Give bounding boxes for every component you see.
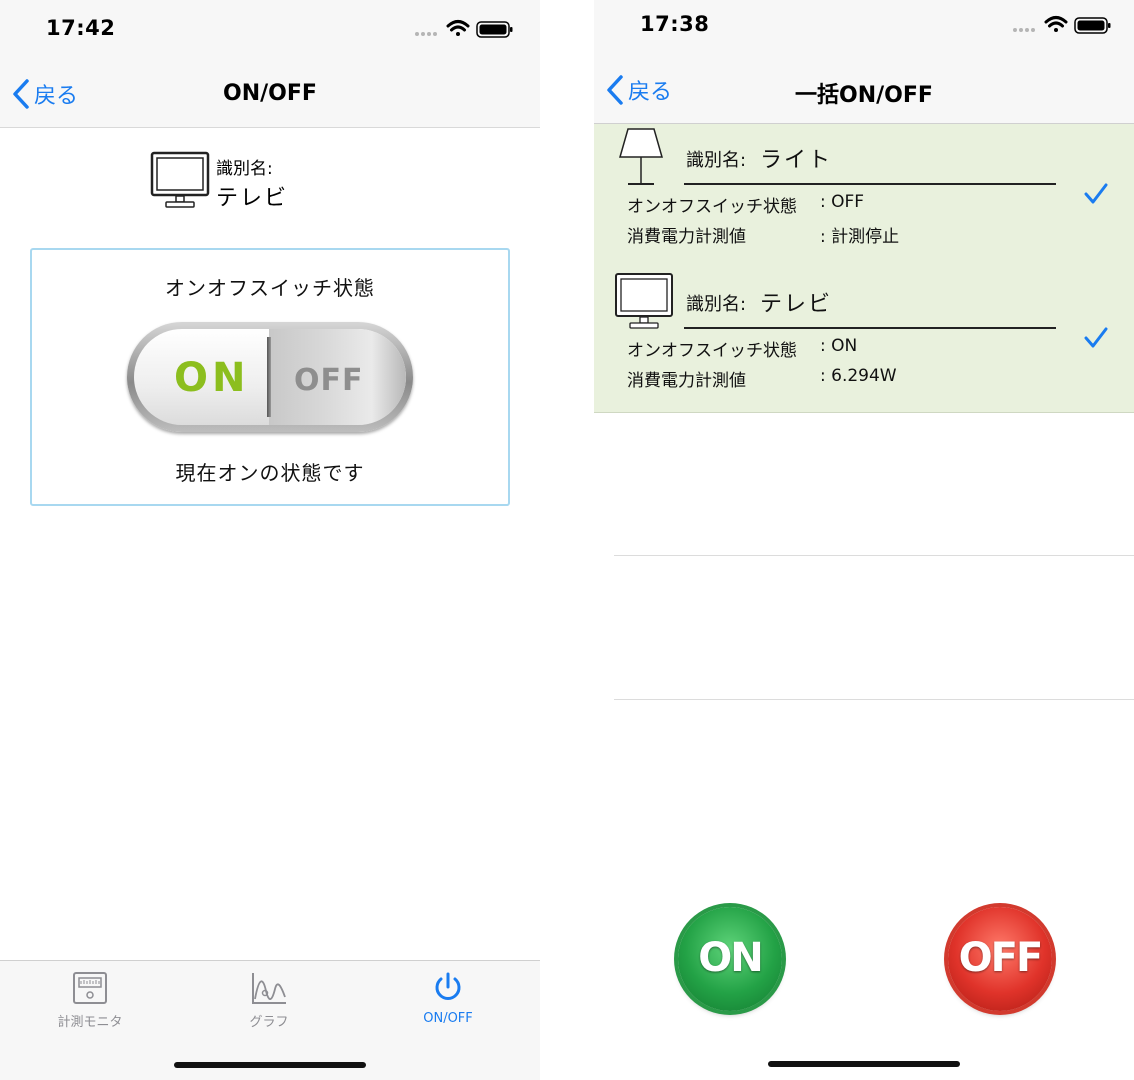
all-off-button[interactable]: OFF — [948, 907, 1052, 1011]
wifi-icon — [1044, 16, 1068, 32]
row-switch-label: オンオフスイッチ状態 — [627, 341, 797, 361]
checkmark-icon — [1084, 183, 1108, 204]
row-power-label: 消費電力計測値 — [627, 371, 746, 391]
toggle-divider — [267, 337, 271, 417]
onoff-screen: 17:42 戻る ON/OFF 識別名: テレビ オンオフスイッチ状態 ON O… — [0, 0, 540, 1080]
power-icon — [435, 972, 461, 1000]
battery-icon — [476, 21, 513, 38]
switch-state-heading: オンオフスイッチ状態 — [165, 276, 375, 300]
status-bar: 17:38 — [594, 0, 1134, 60]
signal-icon — [1013, 28, 1035, 32]
battery-icon — [1074, 17, 1111, 34]
status-icons — [414, 18, 514, 44]
row-divider — [684, 327, 1056, 329]
tab-bar: 計測モニタ グラフ ON/OFF — [0, 960, 540, 1080]
status-time: 17:38 — [640, 12, 710, 36]
device-id-label: 識別名: — [216, 159, 273, 179]
toggle-track: ON OFF — [134, 329, 406, 425]
row-id-value: ライト — [760, 148, 833, 173]
home-indicator — [174, 1062, 366, 1068]
row-divider — [684, 183, 1056, 185]
status-icons — [1012, 14, 1112, 40]
tab-graph[interactable]: グラフ — [199, 971, 339, 1030]
all-on-label: ON — [698, 935, 763, 981]
device-row-tv[interactable]: 識別名: テレビ オンオフスイッチ状態 : ON 消費電力計測値 : 6.294… — [594, 268, 1134, 413]
empty-row-separator — [614, 555, 1134, 556]
row-power-label: 消費電力計測値 — [627, 227, 746, 247]
signal-icon — [415, 32, 437, 36]
row-id-value: テレビ — [760, 292, 833, 317]
row-switch-label: オンオフスイッチ状態 — [627, 197, 797, 217]
lamp-icon — [619, 128, 663, 185]
switch-panel: オンオフスイッチ状態 ON OFF 現在オンの状態です — [30, 248, 510, 506]
device-header: 識別名: テレビ — [150, 150, 390, 212]
onoff-toggle-switch[interactable]: ON OFF — [127, 322, 413, 432]
toggle-off-label: OFF — [294, 363, 364, 398]
row-id-label: 識別名: — [686, 294, 747, 315]
row-power-value: : 計測停止 — [820, 227, 900, 247]
bulk-onoff-screen: 17:38 戻る 一括ON/OFF 識別名: ライト オンオフスイッチ状態: … — [594, 0, 1134, 1080]
empty-row-separator — [614, 699, 1134, 700]
tv-icon — [150, 151, 210, 208]
device-id-value: テレビ — [216, 186, 289, 211]
graph-icon — [252, 973, 286, 1004]
current-state-text: 現在オンの状態です — [175, 461, 365, 485]
tab-onoff[interactable]: ON/OFF — [378, 971, 518, 1026]
status-bar: 17:42 — [0, 0, 540, 60]
row-switch-value: : OFF — [820, 192, 865, 212]
device-row-light[interactable]: 識別名: ライト オンオフスイッチ状態 : OFF 消費電力計測値 : 計測停止 — [594, 124, 1134, 269]
tab-onoff-label: ON/OFF — [423, 1011, 473, 1026]
row-switch-value: : ON — [820, 336, 858, 356]
all-on-button[interactable]: ON — [678, 907, 782, 1011]
tab-graph-label: グラフ — [249, 1015, 289, 1030]
meter-icon — [73, 972, 107, 1004]
home-indicator — [768, 1061, 960, 1067]
toggle-on-label: ON — [174, 355, 250, 401]
all-off-label: OFF — [958, 935, 1044, 981]
page-title: ON/OFF — [223, 81, 317, 106]
tv-icon — [615, 273, 673, 329]
page-title: 一括ON/OFF — [795, 83, 933, 108]
wifi-icon — [446, 20, 470, 36]
tab-monitor[interactable]: 計測モニタ — [20, 971, 160, 1030]
tab-monitor-label: 計測モニタ — [57, 1015, 123, 1030]
row-power-value: : 6.294W — [820, 366, 897, 386]
checkmark-icon — [1084, 327, 1108, 348]
row-id-label: 識別名: — [686, 150, 747, 171]
status-time: 17:42 — [46, 16, 116, 40]
